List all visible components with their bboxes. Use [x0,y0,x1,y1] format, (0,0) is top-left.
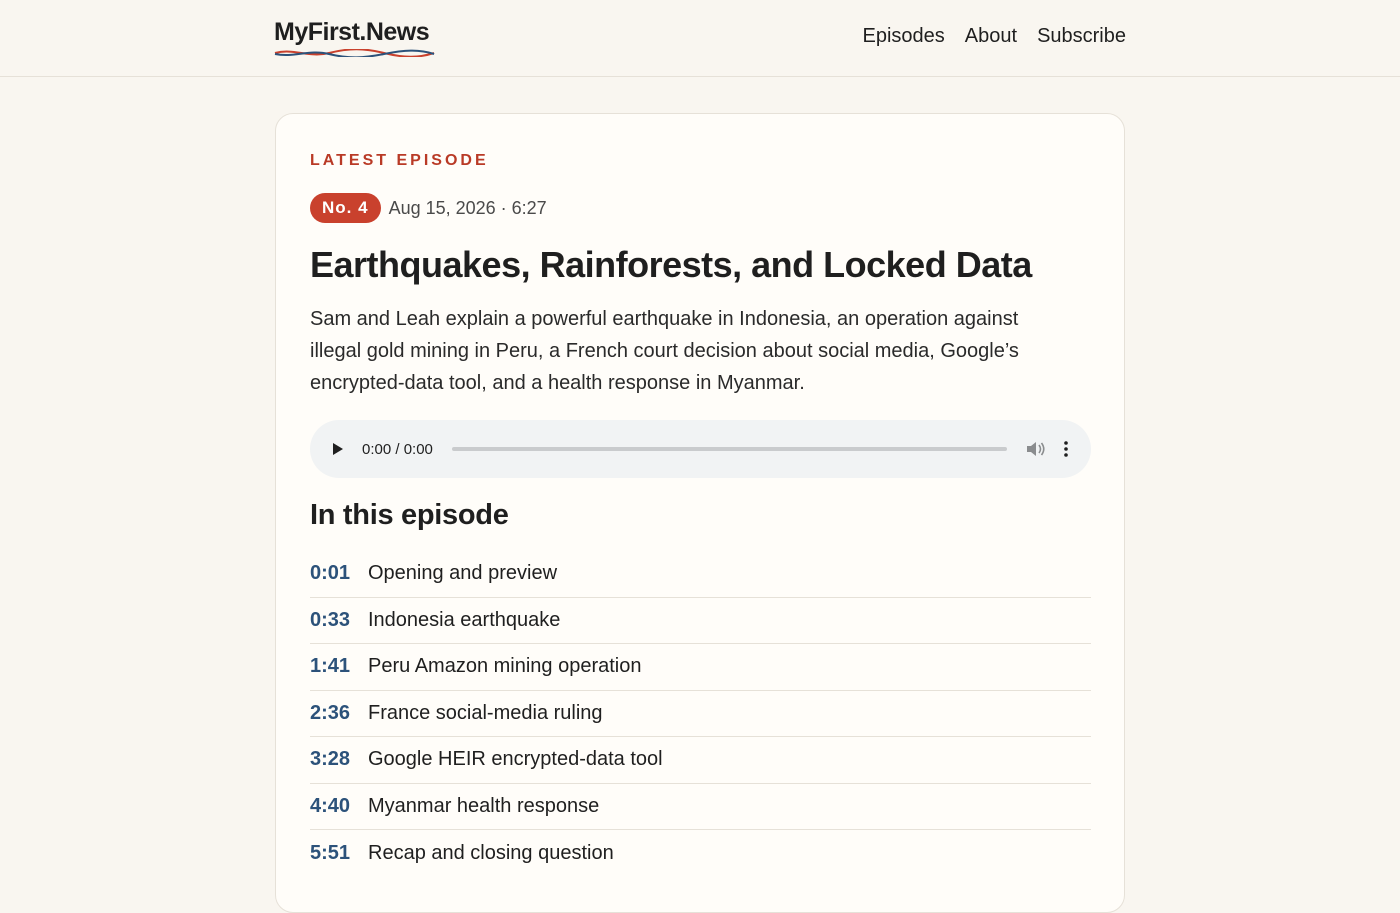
chapter-timestamp[interactable]: 3:28 [310,748,368,771]
chapter-title: Google HEIR encrypted-data tool [368,748,663,771]
volume-button[interactable] [1025,438,1047,460]
nav-about[interactable]: About [965,24,1017,48]
main-nav: Episodes About Subscribe [863,24,1126,48]
site-header: MyFirst.News Episodes About Subscribe [0,0,1400,77]
chapter-title: Indonesia earthquake [368,608,561,631]
player-time: 0:00 / 0:00 [362,440,433,458]
seek-bar[interactable] [452,447,1007,451]
nav-subscribe[interactable]: Subscribe [1037,24,1126,48]
latest-episode-label: LATEST EPISODE [310,152,489,169]
chapter-title: France social-media ruling [368,701,603,724]
chapter-timestamp[interactable]: 5:51 [310,842,368,865]
chapter-timestamp[interactable]: 0:01 [310,562,368,585]
chapter-timestamp[interactable]: 0:33 [310,609,368,632]
episode-description: Sam and Leah explain a powerful earthqua… [310,308,1019,394]
site-logo[interactable]: MyFirst.News [274,17,435,57]
chapter-title: Peru Amazon mining operation [368,655,642,678]
chapter-list: 0:01 Opening and preview 0:33 Indonesia … [310,551,1091,877]
logo-text: MyFirst.News [274,18,430,46]
episode-number-badge: No. 4 [310,193,381,223]
chapter-title: Recap and closing question [368,841,614,864]
chapter-item: 1:41 Peru Amazon mining operation [310,644,1091,691]
episode-title: Earthquakes, Rainforests, and Locked Dat… [310,244,1032,285]
nav-episodes[interactable]: Episodes [863,24,945,48]
chapter-item: 4:40 Myanmar health response [310,784,1091,830]
chapter-timestamp[interactable]: 1:41 [310,655,368,678]
episode-date-duration: Aug 15, 2026 · 6:27 [388,197,547,218]
chapter-item: 5:51 Recap and closing question [310,830,1091,877]
play-icon [333,443,343,455]
chapter-item: 3:28 Google HEIR encrypted-data tool [310,737,1091,784]
audio-player: 0:00 / 0:00 [310,420,1091,478]
play-button[interactable] [328,439,348,459]
chapter-item: 0:33 Indonesia earthquake [310,598,1091,644]
chapter-title: Myanmar health response [368,794,600,817]
chapter-timestamp[interactable]: 4:40 [310,795,368,818]
more-options-button[interactable] [1059,438,1073,460]
chapter-item: 0:01 Opening and preview [310,551,1091,598]
volume-icon [1027,442,1045,456]
chapter-title: Opening and preview [368,562,558,585]
chapter-item: 2:36 France social-media ruling [310,691,1091,737]
episode-meta: No. 4 Aug 15, 2026 · 6:27 [310,193,547,223]
more-vertical-icon [1064,441,1068,457]
chapters-heading: In this episode [310,499,509,531]
logo-wave-icon [274,49,435,57]
episode-card: LATEST EPISODE No. 4 Aug 15, 2026 · 6:27… [275,113,1125,913]
chapter-timestamp[interactable]: 2:36 [310,702,368,725]
